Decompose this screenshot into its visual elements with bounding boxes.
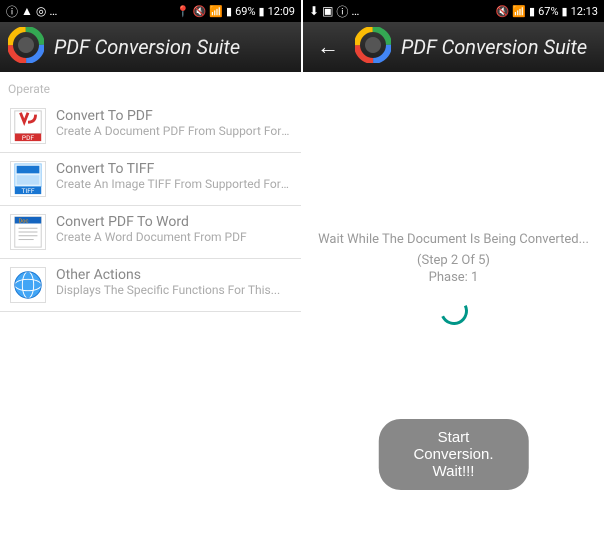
- progress-step: (Step 2 Of 5): [417, 253, 490, 268]
- wifi-icon: 📶: [209, 5, 223, 18]
- section-header: Operate: [0, 72, 301, 100]
- svg-text:Doc: Doc: [19, 219, 29, 225]
- list-item-other-actions[interactable]: Other Actions Displays The Specific Func…: [0, 259, 301, 312]
- item-subtitle: Displays The Specific Functions For This…: [56, 283, 291, 297]
- tiff-icon: TIFF: [10, 161, 46, 197]
- status-bar: ⓘ ▲ ◎ … 📍 🔇 📶 ▮ 69% ▮ 12:09: [0, 0, 301, 22]
- wifi-icon: 📶: [512, 5, 526, 18]
- list-item-convert-pdf[interactable]: PDF Convert To PDF Create A Document PDF…: [0, 100, 301, 153]
- app-title: PDF Conversion Suite: [401, 35, 587, 59]
- more-icon: …: [49, 4, 57, 18]
- signal-icon: ▮: [529, 5, 535, 18]
- app-bar: ← PDF Conversion Suite: [303, 22, 604, 72]
- app-logo-icon: [8, 27, 44, 67]
- status-left: ⓘ ▲ ◎ …: [6, 3, 57, 20]
- status-right: 📍 🔇 📶 ▮ 69% ▮ 12:09: [176, 5, 295, 18]
- target-icon: ◎: [36, 4, 46, 18]
- location-icon: 📍: [176, 5, 190, 18]
- item-title: Convert PDF To Word: [56, 214, 291, 230]
- item-title: Convert To PDF: [56, 108, 291, 124]
- operations-list: PDF Convert To PDF Create A Document PDF…: [0, 100, 301, 312]
- battery-icon: ▮: [562, 5, 568, 18]
- item-title: Other Actions: [56, 267, 291, 283]
- info-icon: ⓘ: [6, 3, 18, 20]
- app-logo-icon: [355, 27, 391, 67]
- doc-icon: Doc: [10, 214, 46, 250]
- clock-text: 12:09: [268, 5, 295, 18]
- signal-icon: ▮: [226, 5, 232, 18]
- item-subtitle: Create A Word Document From PDF: [56, 230, 291, 244]
- left-screen: ⓘ ▲ ◎ … 📍 🔇 📶 ▮ 69% ▮ 12:09 PDF Conversi…: [0, 0, 303, 540]
- svg-text:PDF: PDF: [22, 134, 35, 142]
- mute-icon: 🔇: [193, 5, 207, 18]
- triangle-icon: ▲: [21, 4, 33, 18]
- start-conversion-button[interactable]: Start Conversion. Wait!!!: [378, 419, 529, 490]
- app-bar: PDF Conversion Suite: [0, 22, 301, 72]
- globe-icon: [10, 267, 46, 303]
- item-subtitle: Create An Image TIFF From Supported Form…: [56, 177, 291, 191]
- status-bar: ⬇ ▣ ⓘ … 🔇 📶 ▮ 67% ▮ 12:13: [303, 0, 604, 22]
- svg-text:TIFF: TIFF: [21, 187, 34, 195]
- image-icon: ▣: [322, 4, 333, 18]
- app-title: PDF Conversion Suite: [54, 35, 240, 59]
- spinner-icon: [436, 293, 472, 329]
- list-item-pdf-to-word[interactable]: Doc Convert PDF To Word Create A Word Do…: [0, 206, 301, 259]
- status-left: ⬇ ▣ ⓘ …: [309, 3, 359, 20]
- battery-icon: ▮: [259, 5, 265, 18]
- more-icon: …: [351, 4, 359, 18]
- download-icon: ⬇: [309, 4, 319, 18]
- battery-percent: 67%: [538, 5, 558, 18]
- list-item-convert-tiff[interactable]: TIFF Convert To TIFF Create An Image TIF…: [0, 153, 301, 206]
- right-screen: ⬇ ▣ ⓘ … 🔇 📶 ▮ 67% ▮ 12:13 ← PDF Conversi…: [303, 0, 606, 540]
- pdf-icon: PDF: [10, 108, 46, 144]
- clock-text: 12:13: [571, 5, 598, 18]
- mute-icon: 🔇: [496, 5, 510, 18]
- status-right: 🔇 📶 ▮ 67% ▮ 12:13: [496, 5, 598, 18]
- battery-percent: 69%: [235, 5, 255, 18]
- item-title: Convert To TIFF: [56, 161, 291, 177]
- info-icon: ⓘ: [336, 3, 348, 20]
- item-subtitle: Create A Document PDF From Support Forma…: [56, 124, 291, 138]
- progress-phase: Phase: 1: [429, 270, 479, 285]
- progress-message: Wait While The Document Is Being Convert…: [318, 232, 589, 247]
- back-button[interactable]: ←: [311, 30, 345, 64]
